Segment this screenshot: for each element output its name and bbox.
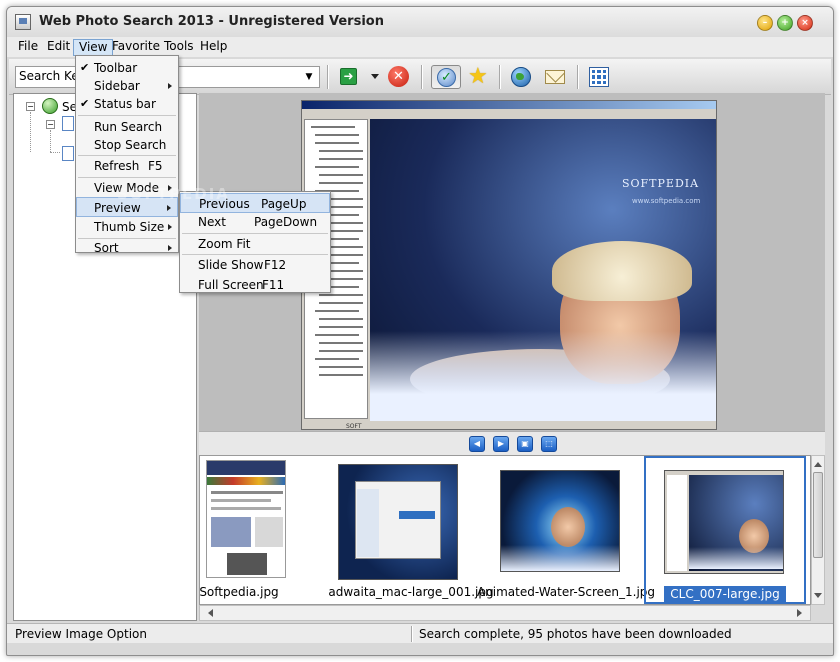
scroll-thumb[interactable] bbox=[813, 472, 823, 558]
menu-item-stop-search[interactable]: Stop Search bbox=[76, 135, 178, 155]
menu-item-status-bar[interactable]: ✔ Status bar bbox=[76, 94, 178, 114]
favorite-button[interactable]: ★ bbox=[467, 64, 491, 89]
thumbnail-horizontal-scrollbar[interactable] bbox=[199, 605, 811, 621]
stop-search-button[interactable]: ✕ bbox=[387, 65, 411, 89]
grid-icon bbox=[589, 67, 609, 87]
menu-item-run-search[interactable]: Run Search bbox=[76, 117, 178, 137]
tree-line bbox=[30, 112, 31, 152]
view-menu: ✔ Toolbar Sidebar ✔ Status bar Run Searc… bbox=[75, 55, 179, 255]
check-icon: ✓ bbox=[437, 68, 456, 87]
tree-page-icon[interactable] bbox=[62, 116, 74, 131]
thumbnail-caption: CLC_007-large.jpg bbox=[664, 586, 786, 602]
website-button[interactable] bbox=[509, 65, 533, 89]
watermark: SOFTPEDIA bbox=[117, 185, 230, 203]
scroll-left-icon[interactable] bbox=[208, 609, 213, 617]
submenu-arrow-icon bbox=[168, 224, 172, 230]
scroll-down-icon[interactable] bbox=[814, 593, 822, 598]
window-title: Web Photo Search 2013 - Unregistered Ver… bbox=[39, 14, 384, 29]
maximize-button[interactable]: + bbox=[777, 15, 793, 31]
brand-subtext: www.softpedia.com bbox=[632, 197, 701, 205]
menu-item-sidebar[interactable]: Sidebar bbox=[76, 76, 178, 96]
full-screen-button[interactable]: ⬚ bbox=[541, 436, 557, 452]
tree-line bbox=[50, 152, 60, 153]
tree-line bbox=[50, 130, 51, 152]
preview-image: SOFTPEDIA www.softpedia.com SOFT bbox=[301, 100, 717, 430]
menu-item-toolbar[interactable]: ✔ Toolbar bbox=[76, 58, 178, 78]
check-icon: ✔ bbox=[80, 61, 90, 74]
thumbnail-list[interactable]: Softpedia.jpg adwaita_mac-large_001.jpg … bbox=[199, 455, 811, 605]
menu-item-slide-show[interactable]: Slide Show F12 bbox=[180, 255, 330, 275]
app-window: Web Photo Search 2013 - Unregistered Ver… bbox=[6, 6, 834, 656]
star-icon: ★ bbox=[468, 64, 488, 89]
menu-help[interactable]: Help bbox=[195, 39, 232, 56]
tree-page-icon[interactable] bbox=[62, 146, 74, 161]
menu-tools[interactable]: Tools bbox=[159, 39, 199, 56]
toolbar-separator bbox=[327, 65, 329, 89]
status-bar: Preview Image Option Search complete, 95… bbox=[7, 623, 833, 643]
search-options-dropdown[interactable] bbox=[371, 65, 381, 89]
menu-item-full-screen[interactable]: Full Screen F11 bbox=[180, 275, 330, 293]
options-button[interactable]: ✓ bbox=[431, 65, 461, 89]
minimize-button[interactable]: – bbox=[757, 15, 773, 31]
menu-item-next[interactable]: Next PageDown bbox=[180, 212, 330, 232]
stop-icon: ✕ bbox=[388, 66, 409, 87]
thumbnail-item[interactable]: Animated-Water-Screen_1.jpg bbox=[477, 456, 655, 604]
status-hint: Preview Image Option bbox=[15, 627, 147, 641]
zoom-fit-button[interactable]: ▣ bbox=[517, 436, 533, 452]
preview-submenu: Previous PageUp Next PageDown Zoom Fit S… bbox=[179, 191, 331, 293]
next-image-button[interactable]: ▶ bbox=[493, 436, 509, 452]
thumbnail-vertical-scrollbar[interactable] bbox=[811, 455, 825, 605]
menu-item-refresh[interactable]: Refresh F5 bbox=[76, 156, 178, 176]
scroll-right-icon[interactable] bbox=[797, 609, 802, 617]
app-icon bbox=[15, 14, 31, 30]
previous-image-button[interactable]: ◀ bbox=[469, 436, 485, 452]
thumbnail-view-button[interactable] bbox=[587, 65, 611, 89]
status-message: Search complete, 95 photos have been dow… bbox=[419, 627, 732, 641]
preview-nav: ◀ ▶ ▣ ⬚ bbox=[199, 431, 825, 455]
arrow-right-icon: ➜ bbox=[340, 68, 357, 85]
email-button[interactable] bbox=[543, 65, 567, 89]
thumbnail-item-selected[interactable]: CLC_007-large.jpg bbox=[644, 456, 806, 604]
thumbnail-caption: adwaita_mac-large_001.jpg bbox=[328, 585, 494, 599]
toolbar-separator bbox=[577, 65, 579, 89]
scroll-up-icon[interactable] bbox=[814, 462, 822, 467]
chevron-down-icon bbox=[371, 74, 379, 79]
menu-bar: File Edit View Favorite Tools Help bbox=[7, 37, 833, 57]
tree-expand-toggle[interactable]: − bbox=[46, 120, 55, 129]
submenu-arrow-icon bbox=[168, 83, 172, 89]
menu-item-sort[interactable]: Sort bbox=[76, 232, 178, 255]
thumbnail-caption: Softpedia.jpg bbox=[199, 585, 279, 599]
toolbar-separator bbox=[499, 65, 501, 89]
toolbar-separator bbox=[421, 65, 423, 89]
tree-collapse-toggle[interactable]: − bbox=[26, 102, 35, 111]
brand-text: SOFTPEDIA bbox=[622, 177, 700, 190]
tree-root-icon bbox=[42, 98, 58, 114]
check-icon: ✔ bbox=[80, 97, 90, 110]
run-search-button[interactable]: ➜ bbox=[337, 65, 361, 89]
close-button[interactable]: × bbox=[797, 15, 813, 31]
menu-item-zoom-fit[interactable]: Zoom Fit bbox=[180, 234, 330, 254]
menu-file[interactable]: File bbox=[13, 39, 43, 56]
menu-edit[interactable]: Edit bbox=[42, 39, 75, 56]
chevron-down-icon[interactable]: ▼ bbox=[301, 69, 317, 85]
submenu-arrow-icon bbox=[168, 245, 172, 251]
thumbnail-item[interactable]: Softpedia.jpg bbox=[199, 456, 352, 604]
inner-footer: SOFT bbox=[346, 423, 362, 430]
globe-icon bbox=[511, 67, 531, 87]
thumbnail-caption: Animated-Water-Screen_1.jpg bbox=[476, 585, 656, 599]
search-label: Search Ke bbox=[19, 69, 79, 83]
menu-favorite[interactable]: Favorite bbox=[107, 39, 165, 56]
title-bar: Web Photo Search 2013 - Unregistered Ver… bbox=[7, 7, 833, 37]
mail-icon bbox=[545, 70, 565, 84]
thumbnail-item[interactable]: adwaita_mac-large_001.jpg bbox=[328, 456, 494, 604]
submenu-arrow-icon bbox=[167, 205, 171, 211]
